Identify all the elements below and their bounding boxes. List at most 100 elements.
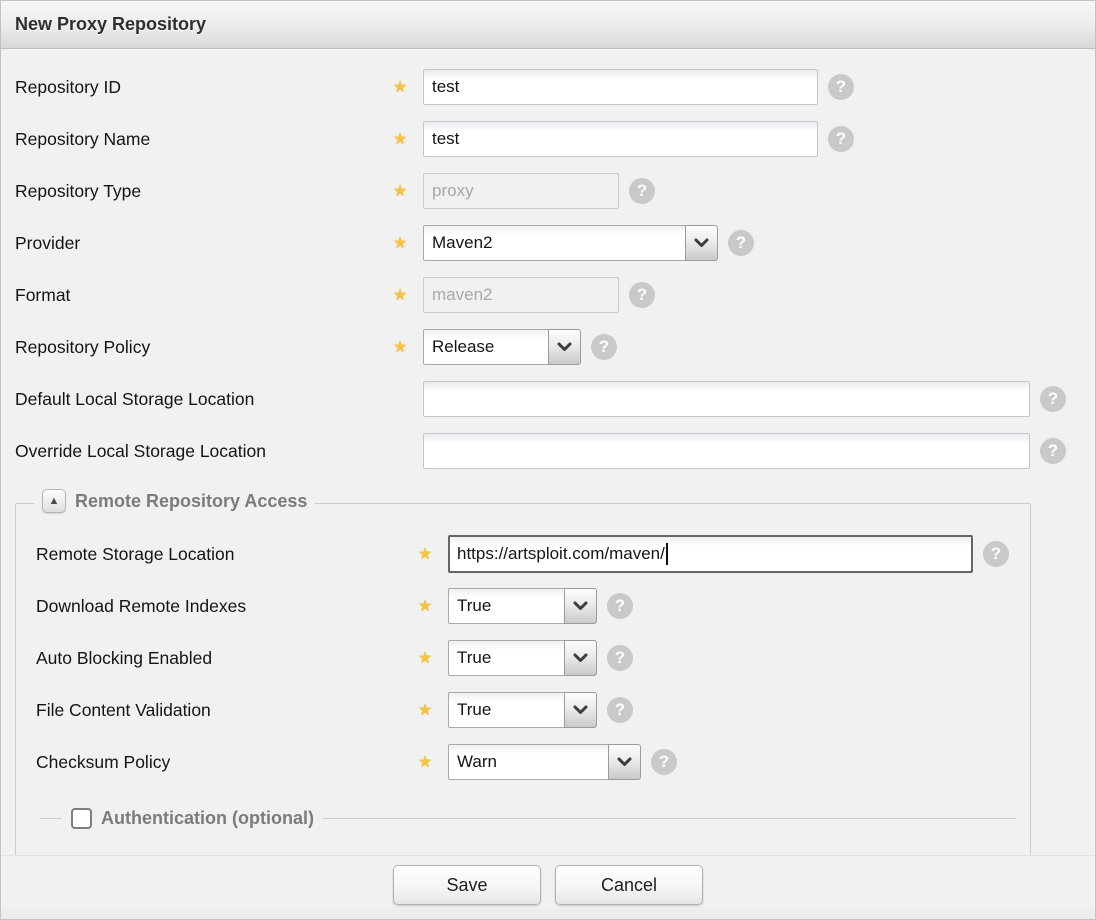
format-label: Format [15,284,71,305]
help-icon[interactable]: ? [591,334,617,360]
form-row-default-local-storage: Default Local Storage Location ★ ? [1,373,1095,425]
auto-blocking-enabled-select[interactable] [448,640,597,676]
repository-name-input[interactable] [423,121,818,157]
chevron-down-icon [617,757,632,767]
footer-strip [1,909,1095,919]
required-star-icon: ★ [417,598,433,615]
repository-type-input [423,173,619,209]
required-star-icon: ★ [392,235,408,252]
form-row-format: Format ★ ? [1,269,1095,321]
form-row-repository-policy: Repository Policy ★ ? [1,321,1095,373]
remote-repository-access-legend: ▲ Remote Repository Access [34,489,316,513]
file-content-validation-label: File Content Validation [36,699,211,720]
form-panel: Repository ID ★ ? Repository Name ★ ? Re… [1,49,1095,857]
auto-blocking-enabled-label: Auto Blocking Enabled [36,647,213,668]
help-icon[interactable]: ? [983,541,1009,567]
checksum-policy-label: Checksum Policy [36,751,171,772]
page-title: New Proxy Repository [15,14,207,34]
form-row-checksum-policy: Checksum Policy ★ ? [16,736,1030,788]
chevron-down-icon [694,238,709,248]
help-icon[interactable]: ? [1040,438,1066,464]
remote-storage-location-input[interactable]: https://artsploit.com/maven/ [448,535,973,573]
remote-storage-location-label: Remote Storage Location [36,543,235,564]
chevron-down-icon [557,342,572,352]
required-star-icon: ★ [392,183,408,200]
help-icon[interactable]: ? [828,126,854,152]
help-icon[interactable]: ? [651,749,677,775]
checksum-policy-value[interactable] [448,744,608,780]
default-local-storage-label: Default Local Storage Location [15,388,255,409]
help-icon[interactable]: ? [629,178,655,204]
remote-repository-access-title: Remote Repository Access [75,490,308,511]
window-titlebar: New Proxy Repository [1,1,1095,49]
repository-type-label: Repository Type [15,180,142,201]
form-row-override-local-storage: Override Local Storage Location ★ ? [1,425,1095,477]
save-button[interactable]: Save [393,865,541,905]
required-star-icon: ★ [417,702,433,719]
provider-select-value[interactable] [423,225,685,261]
help-icon[interactable]: ? [629,282,655,308]
override-local-storage-input[interactable] [423,433,1030,469]
provider-label: Provider [15,232,81,253]
required-star-icon: ★ [392,287,408,304]
repository-id-label: Repository ID [15,76,122,97]
repository-policy-select-value[interactable] [423,329,548,365]
required-star-icon: ★ [392,131,408,148]
help-icon[interactable]: ? [1040,386,1066,412]
required-star-icon: ★ [417,546,433,563]
dropdown-trigger-button[interactable] [548,329,581,365]
remote-storage-location-value: https://artsploit.com/maven/ [457,544,665,563]
chevron-down-icon [573,601,588,611]
chevron-down-icon [573,653,588,663]
provider-select[interactable] [423,225,718,261]
download-remote-indexes-value[interactable] [448,588,564,624]
form-row-remote-storage-location: Remote Storage Location ★ https://artspl… [16,528,1030,580]
form-row-repository-name: Repository Name ★ ? [1,113,1095,165]
required-star-icon: ★ [417,650,433,667]
help-icon[interactable]: ? [607,645,633,671]
format-input [423,277,619,313]
form-row-repository-type: Repository Type ★ ? [1,165,1095,217]
checksum-policy-select[interactable] [448,744,641,780]
dropdown-trigger-button[interactable] [608,744,641,780]
chevron-down-icon [573,705,588,715]
form-row-provider: Provider ★ ? [1,217,1095,269]
form-row-file-content-validation: File Content Validation ★ ? [16,684,1030,736]
new-proxy-repository-window: New Proxy Repository Repository ID ★ ? R… [0,0,1096,920]
required-star-icon: ★ [392,339,408,356]
default-local-storage-input[interactable] [423,381,1030,417]
legend-divider [322,817,1016,819]
collapse-arrow-icon: ▲ [48,495,60,507]
cancel-button[interactable]: Cancel [555,865,703,905]
required-star-icon: ★ [392,79,408,96]
dropdown-trigger-button[interactable] [564,640,597,676]
authentication-section-title: Authentication (optional) [101,807,314,828]
help-icon[interactable]: ? [607,593,633,619]
authentication-checkbox[interactable] [71,807,92,829]
help-icon[interactable]: ? [828,74,854,100]
remote-repository-access-section: ▲ Remote Repository Access Remote Storag… [15,489,1031,857]
dropdown-trigger-button[interactable] [685,225,718,261]
collapse-section-button[interactable]: ▲ [42,489,66,513]
repository-id-input[interactable] [423,69,818,105]
authentication-section-legend: Authentication (optional) [16,802,1030,834]
form-row-auto-blocking-enabled: Auto Blocking Enabled ★ ? [16,632,1030,684]
help-icon[interactable]: ? [607,697,633,723]
repository-policy-select[interactable] [423,329,581,365]
repository-policy-label: Repository Policy [15,336,151,357]
form-row-download-remote-indexes: Download Remote Indexes ★ ? [16,580,1030,632]
override-local-storage-label: Override Local Storage Location [15,440,266,461]
repository-name-label: Repository Name [15,128,151,149]
download-remote-indexes-select[interactable] [448,588,597,624]
auto-blocking-enabled-value[interactable] [448,640,564,676]
legend-divider [40,817,62,819]
dropdown-trigger-button[interactable] [564,692,597,728]
download-remote-indexes-label: Download Remote Indexes [36,595,247,616]
help-icon[interactable]: ? [728,230,754,256]
text-cursor [665,543,668,565]
dropdown-trigger-button[interactable] [564,588,597,624]
form-row-repository-id: Repository ID ★ ? [1,61,1095,113]
file-content-validation-select[interactable] [448,692,597,728]
file-content-validation-value[interactable] [448,692,564,728]
button-bar: Save Cancel [1,855,1095,909]
